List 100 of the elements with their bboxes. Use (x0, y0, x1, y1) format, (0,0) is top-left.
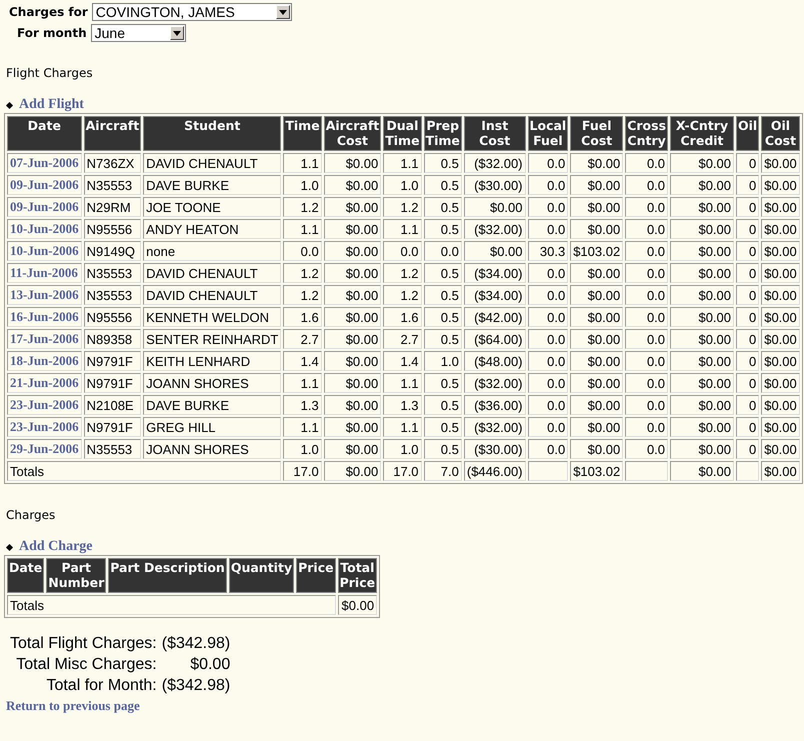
table-cell: GREG HILL (143, 417, 282, 437)
table-cell: $0.00 (570, 329, 624, 349)
table-cell: 0 (736, 153, 760, 173)
summary-label: Total Flight Charges: (10, 634, 157, 654)
table-cell: $0.00 (761, 153, 800, 173)
table-cell: 1.3 (283, 395, 322, 415)
table-cell: 0.0 (528, 153, 568, 173)
table-cell: $0.00 (324, 373, 382, 393)
table-cell: $0.00 (761, 219, 800, 239)
table-cell: ANDY HEATON (143, 219, 282, 239)
table-cell: $0.00 (670, 417, 734, 437)
table-cell: 0 (736, 285, 760, 305)
add-link[interactable]: Add Charge (19, 539, 93, 555)
table-cell: $0.00 (324, 219, 382, 239)
table-cell: 0 (736, 263, 760, 283)
add-link[interactable]: Add Flight (19, 97, 84, 113)
table-cell: $0.00 (761, 175, 800, 195)
caret-icon (170, 26, 184, 40)
table-cell: $0.00 (761, 329, 800, 349)
table-cell: $0.00 (670, 373, 734, 393)
table-cell: 0.0 (528, 417, 568, 437)
return-link[interactable]: Return to previous page (6, 698, 798, 714)
table-cell: 0.0 (383, 241, 422, 261)
table-cell: 1.1 (283, 153, 322, 173)
table-cell: 1.0 (383, 439, 422, 459)
section-title: Flight Charges (6, 66, 94, 80)
dropdown[interactable]: COVINGTON, JAMES (92, 3, 292, 21)
table-cell: $0.00 (670, 439, 734, 459)
table-cell: $0.00 (324, 439, 382, 459)
table-cell: $0.00 (761, 417, 800, 437)
total-cell: 7.0 (424, 461, 462, 481)
table-cell: 0.0 (625, 197, 668, 217)
table-cell: $0.00 (570, 439, 624, 459)
table-cell: 0 (736, 417, 760, 437)
table-cell: $0.00 (324, 351, 382, 371)
table-cell: SENTER REINHARDT (143, 329, 282, 349)
column-header: Dual Time (383, 116, 422, 151)
table-cell: 2.7 (283, 329, 322, 349)
table-cell: 0 (736, 395, 760, 415)
table-cell: N95556 (84, 307, 142, 327)
table-cell: 0.0 (528, 175, 568, 195)
table-cell: N35553 (84, 175, 142, 195)
total-cell: $0.00 (761, 461, 800, 481)
table-cell: N35553 (84, 263, 142, 283)
table-cell: $0.00 (670, 153, 734, 173)
table-cell: 0.5 (424, 417, 462, 437)
table-cell: ($64.00) (464, 329, 526, 349)
table-cell: $0.00 (570, 263, 624, 283)
total-cell: $0.00 (324, 461, 382, 481)
table-cell: 0.0 (625, 153, 668, 173)
table-cell: N9791F (84, 351, 142, 371)
table-cell: 1.1 (383, 373, 422, 393)
table-cell: 0.0 (625, 395, 668, 415)
table-cell: 1.1 (283, 417, 322, 437)
table-cell: $0.00 (570, 395, 624, 415)
table-cell: 2.7 (383, 329, 422, 349)
table-cell: 0.0 (528, 395, 568, 415)
dropdown[interactable]: June (90, 24, 186, 42)
table-cell: 0.5 (424, 307, 462, 327)
table-cell: JOANN SHORES (143, 373, 282, 393)
table-cell: DAVID CHENAULT (143, 285, 282, 305)
table-cell: $0.00 (761, 395, 800, 415)
summary-value: $0.00 (189, 655, 230, 674)
table-cell: 0.0 (528, 307, 568, 327)
table-cell: 0.0 (528, 263, 568, 283)
table-cell: ($36.00) (464, 395, 526, 415)
table-cell: 1.2 (383, 285, 422, 305)
summary-label: Total for Month: (45, 676, 157, 696)
table-cell: ($30.00) (464, 175, 526, 195)
total-cell: ($446.00) (464, 461, 526, 481)
table-cell: 0.0 (625, 329, 668, 349)
table-cell: $0.00 (670, 307, 734, 327)
table-cell: $0.00 (670, 197, 734, 217)
table-cell: N2108E (84, 395, 142, 415)
table-cell: N736ZX (84, 153, 142, 173)
column-header: X-Cntry Credit (670, 116, 734, 151)
table-cell: 0.0 (625, 417, 668, 437)
table-cell: $0.00 (324, 329, 382, 349)
field-label: Charges for (9, 5, 88, 19)
table-cell: ($32.00) (464, 373, 526, 393)
table-cell: ($48.00) (464, 351, 526, 371)
table-cell: N35553 (84, 285, 142, 305)
table-cell: JOE TOONE (143, 197, 282, 217)
table-cell: KEITH LENHARD (143, 351, 282, 371)
table-cell: 0.0 (424, 241, 462, 261)
table-cell: $0.00 (570, 285, 624, 305)
table-cell: 0 (736, 351, 760, 371)
table-cell: 1.1 (383, 417, 422, 437)
total-cell: 17.0 (383, 461, 422, 481)
column-header: Inst Cost (464, 116, 526, 151)
table-cell: $0.00 (324, 307, 382, 327)
table-cell: $0.00 (670, 285, 734, 305)
table-cell: $0.00 (570, 307, 624, 327)
table-cell: 0.5 (424, 439, 462, 459)
table-cell: JOANN SHORES (143, 439, 282, 459)
table-cell: $103.02 (570, 241, 624, 261)
table-cell: $0.00 (670, 329, 734, 349)
table-cell: 0.5 (424, 329, 462, 349)
table-cell: $0.00 (761, 263, 800, 283)
caret-icon (276, 5, 290, 19)
